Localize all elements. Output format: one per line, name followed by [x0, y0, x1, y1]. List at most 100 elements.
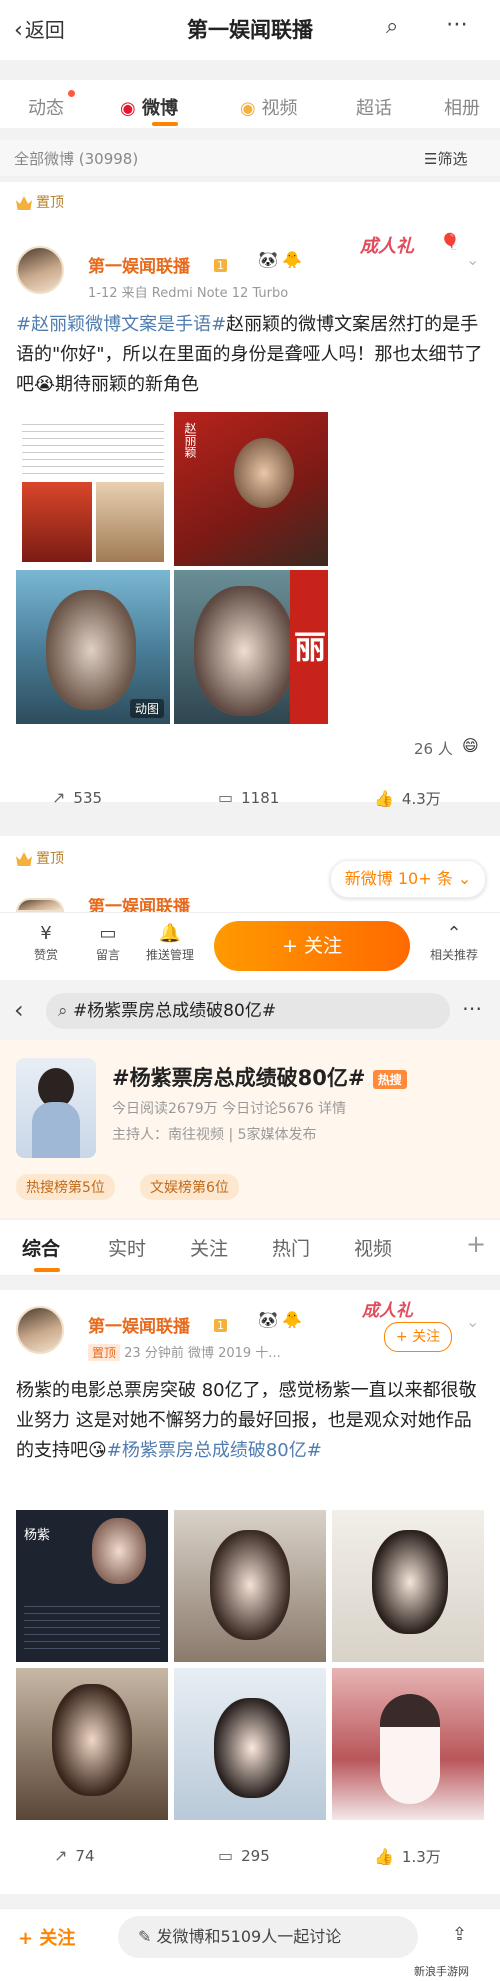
share-icon[interactable]: ⇪: [452, 1924, 467, 1945]
like-button[interactable]: 👍 4.3万: [374, 788, 441, 809]
rank-badge[interactable]: 热搜榜第5位: [16, 1174, 115, 1200]
post-image[interactable]: [332, 1510, 484, 1662]
comment-button[interactable]: ▭ 295: [218, 1846, 270, 1865]
new-posts-label: 新微博 10+ 条: [344, 869, 453, 888]
topic-cover[interactable]: [16, 1058, 96, 1158]
panda-icon: 🐼: [258, 1310, 278, 1329]
username[interactable]: 第一娱闻联播: [88, 252, 190, 277]
top-tag: 置顶: [88, 1344, 121, 1361]
photo-thumb: [96, 482, 164, 562]
post-image[interactable]: [16, 412, 170, 566]
topic-link[interactable]: #赵丽颖微博文案是手语#: [16, 314, 226, 335]
repost-button[interactable]: ↗ 535: [52, 788, 102, 807]
post-image[interactable]: 杨紫: [16, 1510, 168, 1662]
tab-comprehensive[interactable]: 综合: [22, 1234, 60, 1261]
tab-weibo-label: 微博: [142, 98, 178, 119]
post-meta: 1-12 来自 Redmi Note 12 Turbo: [88, 286, 289, 301]
tab-video[interactable]: 视频: [354, 1234, 392, 1261]
tab-following[interactable]: 关注: [190, 1234, 228, 1261]
birthday-sticker: 成人礼: [360, 236, 414, 257]
avatar[interactable]: [16, 1306, 64, 1354]
tab-video-label: 视频: [261, 98, 298, 119]
tab-album[interactable]: 相册: [444, 94, 480, 120]
tab-video[interactable]: ◉ 视频: [240, 94, 297, 120]
filter-label: 筛选: [437, 150, 468, 168]
chevron-up-icon: ⌃: [446, 923, 462, 944]
tab-weibo[interactable]: ◉ 微博: [120, 94, 178, 120]
pinned-label: 置顶: [16, 848, 64, 868]
post-image[interactable]: 丽: [290, 570, 328, 724]
portrait: [210, 1530, 290, 1640]
push-settings-button[interactable]: 🔔 推送管理: [142, 923, 198, 963]
post-image[interactable]: [16, 1668, 168, 1820]
message-button[interactable]: ▭ 留言: [80, 923, 136, 963]
chevron-down-icon[interactable]: ⌄: [466, 1312, 479, 1331]
filter-icon: ☰: [424, 150, 438, 168]
tab-dongtai[interactable]: 动态: [28, 94, 64, 120]
active-tab-indicator: [152, 122, 178, 126]
emoji-icon: 🐥: [282, 250, 302, 269]
rank-badge[interactable]: 文娱榜第6位: [140, 1174, 239, 1200]
watermark: 新浪手游网: [410, 1962, 473, 1980]
follow-button[interactable]: + 关注: [384, 1322, 452, 1352]
new-posts-button[interactable]: 新微博 10+ 条 ⌄: [330, 860, 486, 898]
username[interactable]: 第一娱闻联播: [88, 1312, 190, 1337]
related-button[interactable]: ⌃ 相关推荐: [418, 923, 490, 963]
crown-icon: [16, 852, 32, 866]
chevron-left-icon[interactable]: ‹: [14, 996, 24, 1024]
search-input[interactable]: ⌕ #杨紫票房总成绩破80亿#: [46, 993, 450, 1029]
thumbs-up-icon: 👍: [374, 1847, 394, 1866]
plus-icon[interactable]: +: [466, 1230, 486, 1258]
post-image[interactable]: [332, 1668, 484, 1820]
active-tab-indicator: [34, 1268, 60, 1272]
bottom-toolbar: ¥ 赞赏 ▭ 留言 🔔 推送管理 + 关注 ⌃ 相关推荐: [0, 912, 500, 980]
tab-hot[interactable]: 热门: [272, 1234, 310, 1261]
avatar[interactable]: [16, 246, 64, 294]
filter-button[interactable]: ☰筛选: [424, 148, 467, 169]
post-count: 全部微博 (30998): [14, 150, 139, 168]
search-icon[interactable]: ⌕: [386, 14, 398, 39]
like-button[interactable]: 👍 1.3万: [374, 1846, 441, 1867]
reward-label: 赞赏: [33, 948, 58, 962]
repost-count: 535: [73, 789, 103, 807]
crown-icon: [16, 196, 32, 210]
more-icon[interactable]: ⋯: [446, 12, 468, 37]
username: 第一娱闻联播: [88, 898, 190, 912]
post-image[interactable]: [174, 1668, 326, 1820]
post-image[interactable]: 动图: [16, 570, 170, 724]
compose-placeholder: 发微博和5109人一起讨论: [156, 1927, 342, 1946]
comment-button[interactable]: ▭ 1181: [218, 788, 279, 807]
compose-input[interactable]: ✎ 发微博和5109人一起讨论: [118, 1916, 418, 1958]
hot-badge: 热搜: [372, 1069, 407, 1089]
reward-button[interactable]: ¥ 赞赏: [18, 923, 74, 963]
repost-button[interactable]: ↗ 74: [54, 1846, 95, 1865]
rank-text: 文娱榜第6位: [140, 1174, 239, 1200]
pinned-text: 置顶: [36, 195, 64, 211]
follow-button[interactable]: + 关注: [214, 921, 410, 971]
viewer-count: 26 人: [414, 740, 453, 758]
follow-button[interactable]: + 关注: [18, 1924, 75, 1950]
pinned-label: 置顶: [16, 192, 64, 212]
share-icon: ↗: [54, 1846, 68, 1865]
level-badge: 1: [214, 254, 227, 273]
pinned-text: 置顶: [36, 851, 64, 867]
message-label: 留言: [95, 948, 120, 962]
bell-icon: 🔔: [158, 923, 182, 944]
post-image[interactable]: [174, 1510, 326, 1662]
tab-realtime[interactable]: 实时: [108, 1234, 146, 1261]
topic-link[interactable]: #杨紫票房总成绩破80亿#: [107, 1440, 322, 1461]
username-partial: 第一娱闻联播: [88, 898, 208, 912]
push-label: 推送管理: [145, 948, 194, 962]
tab-chaohua[interactable]: 超话: [356, 94, 392, 120]
banner-char: 丽: [294, 628, 327, 666]
post-image[interactable]: 赵丽颖: [174, 412, 328, 566]
more-icon[interactable]: ⋯: [462, 996, 482, 1020]
profile-name: 杨紫: [24, 1528, 51, 1543]
balloon-icon: 🎈: [440, 232, 460, 251]
comment-count: 1181: [241, 789, 280, 807]
notification-dot: [68, 90, 75, 97]
birthday-sticker: 成人礼: [362, 1301, 413, 1321]
chevron-down-icon[interactable]: ⌄: [466, 250, 479, 269]
topic-stats[interactable]: 今日阅读2679万 今日讨论5676 详情: [112, 1098, 346, 1118]
text-screenshot: [22, 418, 164, 478]
